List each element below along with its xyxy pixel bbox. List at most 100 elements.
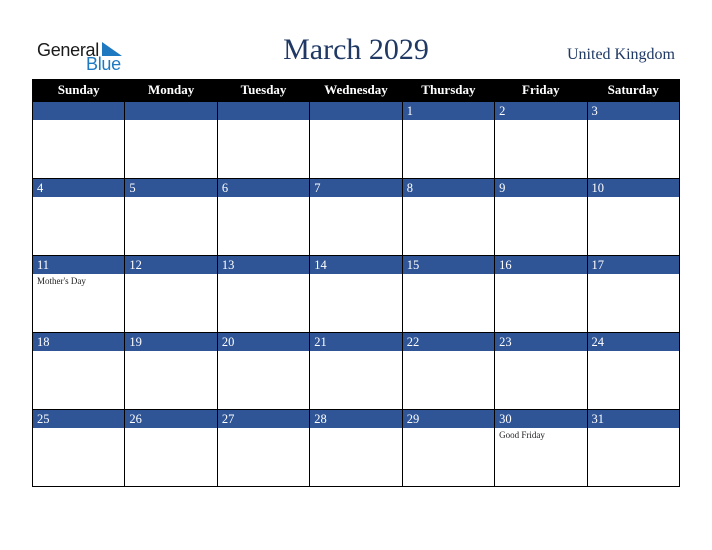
day-number: 7	[310, 179, 402, 197]
day-cell[interactable]: 4	[31, 178, 126, 256]
weekday-header-row: Sunday Monday Tuesday Wednesday Thursday…	[31, 79, 681, 102]
day-cell[interactable]: 11 Mother's Day	[31, 255, 126, 333]
day-cell[interactable]: 23	[494, 332, 588, 410]
day-number: 5	[125, 179, 217, 197]
holiday-label: Good Friday	[499, 430, 545, 440]
day-cell[interactable]: 31	[586, 409, 681, 487]
day-cell[interactable]: 9	[494, 178, 588, 256]
weekday-header: Tuesday	[216, 79, 311, 102]
holiday-label	[125, 197, 216, 199]
day-cell[interactable]: 8	[401, 178, 496, 256]
day-cell[interactable]: 16	[494, 255, 588, 333]
day-cell[interactable]	[31, 101, 126, 179]
holiday-label	[588, 120, 679, 122]
week-row: 25 26 27 28 29 30 Good Friday 31	[31, 409, 681, 487]
holiday-label	[218, 274, 309, 276]
day-number: 14	[310, 256, 402, 274]
day-cell[interactable]: 20	[216, 332, 311, 410]
day-number: 21	[310, 333, 402, 351]
day-cell[interactable]: 30 Good Friday	[494, 409, 588, 487]
day-number: 23	[495, 333, 587, 351]
day-number: 1	[402, 102, 495, 120]
day-cell[interactable]: 1	[401, 101, 496, 179]
day-cell[interactable]: 3	[586, 101, 681, 179]
day-number: 31	[587, 410, 679, 428]
day-number: 27	[217, 410, 310, 428]
holiday-label	[588, 351, 679, 353]
holiday-label	[495, 351, 586, 353]
holiday-label	[403, 428, 494, 430]
day-cell[interactable]	[124, 101, 218, 179]
day-cell[interactable]	[309, 101, 403, 179]
holiday-label	[495, 274, 586, 276]
day-number: 16	[495, 256, 587, 274]
day-cell[interactable]: 27	[216, 409, 311, 487]
day-cell[interactable]: 17	[586, 255, 681, 333]
day-number	[310, 102, 402, 120]
holiday-label	[33, 351, 124, 353]
day-cell[interactable]: 28	[309, 409, 403, 487]
weekday-header: Saturday	[586, 79, 681, 102]
week-row: 11 Mother's Day 12 13 14 15 16 17	[31, 255, 681, 333]
holiday-label	[125, 351, 216, 353]
day-number	[33, 102, 125, 120]
day-number: 24	[587, 333, 679, 351]
calendar-grid: Sunday Monday Tuesday Wednesday Thursday…	[31, 79, 681, 487]
day-cell[interactable]: 7	[309, 178, 403, 256]
day-cell[interactable]: 5	[124, 178, 218, 256]
day-number: 9	[495, 179, 587, 197]
holiday-label: Mother's Day	[37, 276, 86, 286]
day-cell[interactable]: 25	[31, 409, 126, 487]
holiday-label	[403, 274, 494, 276]
week-row: 123	[31, 101, 681, 179]
holiday-label	[495, 120, 586, 122]
holiday-label	[33, 197, 124, 199]
holiday-label	[588, 274, 679, 276]
day-number: 18	[33, 333, 125, 351]
day-number: 17	[587, 256, 679, 274]
day-cell[interactable]: 26	[124, 409, 218, 487]
holiday-label	[218, 351, 309, 353]
day-number	[217, 102, 310, 120]
day-number: 10	[587, 179, 679, 197]
weekday-header: Thursday	[401, 79, 496, 102]
holiday-label	[310, 428, 401, 430]
day-cell[interactable]: 22	[401, 332, 496, 410]
day-cell[interactable]: 6	[216, 178, 311, 256]
weekday-header: Wednesday	[309, 79, 403, 102]
holiday-label	[125, 120, 216, 122]
day-number: 13	[217, 256, 310, 274]
day-cell[interactable]: 13	[216, 255, 311, 333]
holiday-label	[403, 351, 494, 353]
holiday-label	[495, 197, 586, 199]
holiday-label	[310, 197, 401, 199]
holiday-label	[218, 120, 309, 122]
day-cell[interactable]	[216, 101, 311, 179]
holiday-label	[125, 428, 216, 430]
day-cell[interactable]: 14	[309, 255, 403, 333]
day-cell[interactable]: 12	[124, 255, 218, 333]
day-number: 19	[125, 333, 217, 351]
country-label: United Kingdom	[567, 46, 675, 63]
holiday-label	[588, 428, 679, 430]
day-cell[interactable]: 29	[401, 409, 496, 487]
day-cell[interactable]: 10	[586, 178, 681, 256]
day-number: 6	[217, 179, 310, 197]
holiday-label	[403, 120, 494, 122]
weekday-header: Friday	[494, 79, 588, 102]
week-row: 18 19 20 21 22 23 24	[31, 332, 681, 410]
day-cell[interactable]: 15	[401, 255, 496, 333]
holiday-label	[218, 428, 309, 430]
holiday-label	[33, 120, 124, 122]
holiday-label	[310, 274, 401, 276]
day-cell[interactable]: 18	[31, 332, 126, 410]
day-cell[interactable]: 24	[586, 332, 681, 410]
holiday-label	[403, 197, 494, 199]
day-number: 26	[125, 410, 217, 428]
day-number: 28	[310, 410, 402, 428]
day-cell[interactable]: 21	[309, 332, 403, 410]
weekday-header: Monday	[124, 79, 218, 102]
day-cell[interactable]: 2	[494, 101, 588, 179]
holiday-label	[218, 197, 309, 199]
day-cell[interactable]: 19	[124, 332, 218, 410]
